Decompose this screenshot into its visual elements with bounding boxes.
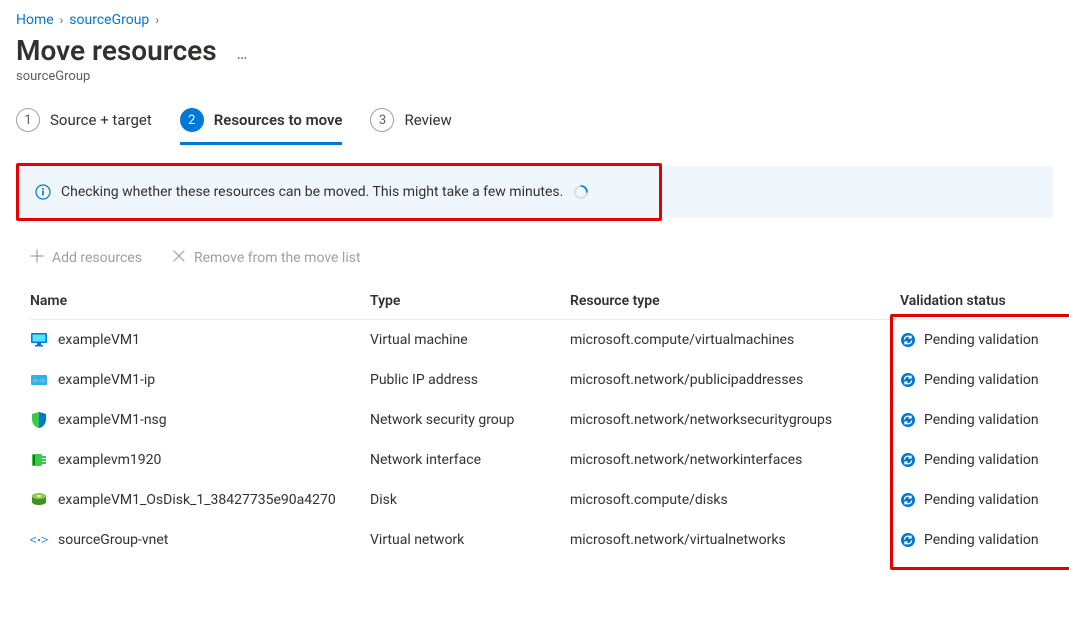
col-name[interactable]: Name (30, 293, 370, 309)
resource-type: microsoft.network/publicipaddresses (570, 372, 900, 388)
add-resources-button[interactable]: Add resources (30, 249, 142, 267)
resource-type-friendly: Virtual machine (370, 332, 570, 348)
resource-type: microsoft.compute/disks (570, 492, 900, 508)
resource-type-friendly: Virtual network (370, 532, 570, 548)
col-type[interactable]: Type (370, 293, 570, 309)
validation-status: Pending validation (924, 412, 1039, 428)
table-row[interactable]: <·> sourceGroup-vnet Virtual networkmicros… (30, 520, 1039, 560)
step-resources-to-move[interactable]: 2 Resources to move (180, 102, 343, 145)
more-actions-button[interactable]: … (237, 40, 250, 62)
resource-type: microsoft.network/networksecuritygroups (570, 412, 900, 428)
step-label: Source + target (50, 111, 152, 129)
sync-icon (900, 452, 916, 468)
info-banner: Checking whether these resources can be … (19, 166, 659, 218)
nic-icon (30, 451, 48, 469)
remove-from-list-button[interactable]: Remove from the move list (172, 249, 361, 267)
plus-icon (30, 249, 44, 267)
sync-icon (900, 532, 916, 548)
resource-name: exampleVM1 (58, 332, 140, 348)
table-row[interactable]: exampleVM1 Virtual machinemicrosoft.compu… (30, 320, 1039, 360)
resource-type-friendly: Network interface (370, 452, 570, 468)
sync-icon (900, 332, 916, 348)
breadcrumb: Home › sourceGroup › (16, 8, 1053, 34)
chevron-right-icon: › (60, 13, 64, 27)
ip-icon: <··> (30, 371, 48, 389)
page-subtitle: sourceGroup (16, 69, 1053, 84)
resource-type-friendly: Disk (370, 492, 570, 508)
remove-from-list-label: Remove from the move list (194, 250, 361, 266)
resource-type-friendly: Network security group (370, 412, 570, 428)
validation-status: Pending validation (924, 372, 1039, 388)
col-resource-type[interactable]: Resource type (570, 293, 900, 309)
step-review[interactable]: 3 Review (370, 102, 451, 145)
table-row[interactable]: <··> exampleVM1-ip Public IP addressmicros… (30, 360, 1039, 400)
step-number: 3 (370, 108, 394, 132)
step-number: 1 (16, 108, 40, 132)
info-banner-text: Checking whether these resources can be … (61, 184, 563, 200)
resources-list: Name Type Resource type Validation statu… (30, 283, 1039, 560)
spinner-icon (573, 184, 589, 200)
resource-type: microsoft.network/networkinterfaces (570, 452, 900, 468)
table-row[interactable]: exampleVM1_OsDisk_1_38427735e90a4270 Disk… (30, 480, 1039, 520)
col-validation-status[interactable]: Validation status (900, 293, 1069, 309)
validation-status: Pending validation (924, 452, 1039, 468)
resource-name: exampleVM1-nsg (58, 412, 167, 428)
resource-type: microsoft.compute/virtualmachines (570, 332, 900, 348)
vnet-icon: <·> (30, 531, 48, 549)
page-title: Move resources (16, 34, 217, 67)
x-icon (172, 249, 186, 267)
validation-status: Pending validation (924, 492, 1039, 508)
resource-name: exampleVM1_OsDisk_1_38427735e90a4270 (58, 492, 336, 508)
action-bar: Add resources Remove from the move list (30, 243, 1053, 283)
resource-name: exampleVM1-ip (58, 372, 155, 388)
step-label: Resources to move (214, 111, 343, 129)
validation-status: Pending validation (924, 532, 1039, 548)
resource-name: sourceGroup-vnet (58, 532, 168, 548)
svg-text:<·>: <·> (30, 532, 48, 547)
nsg-icon (30, 411, 48, 429)
resource-type-friendly: Public IP address (370, 372, 570, 388)
sync-icon (900, 412, 916, 428)
highlight-box-banner: Checking whether these resources can be … (16, 163, 662, 221)
disk-icon (30, 491, 48, 509)
validation-status: Pending validation (924, 332, 1039, 348)
table-row[interactable]: examplevm1920 Network interfacemicrosoft.… (30, 440, 1039, 480)
step-number: 2 (180, 108, 204, 132)
table-row[interactable]: exampleVM1-nsg Network security groupmicr… (30, 400, 1039, 440)
resource-type: microsoft.network/virtualnetworks (570, 532, 900, 548)
breadcrumb-home[interactable]: Home (16, 12, 54, 28)
breadcrumb-sourcegroup[interactable]: sourceGroup (69, 12, 149, 28)
stepper: 1 Source + target 2 Resources to move 3 … (16, 102, 1053, 145)
sync-icon (900, 492, 916, 508)
add-resources-label: Add resources (52, 250, 142, 266)
chevron-right-icon: › (155, 13, 159, 27)
info-icon (35, 184, 51, 200)
step-source-target[interactable]: 1 Source + target (16, 102, 152, 145)
sync-icon (900, 372, 916, 388)
resource-name: examplevm1920 (58, 452, 161, 468)
step-label: Review (404, 111, 451, 129)
list-header: Name Type Resource type Validation statu… (30, 283, 1039, 320)
vm-icon (30, 331, 48, 349)
svg-text:<··>: <··> (33, 377, 46, 385)
